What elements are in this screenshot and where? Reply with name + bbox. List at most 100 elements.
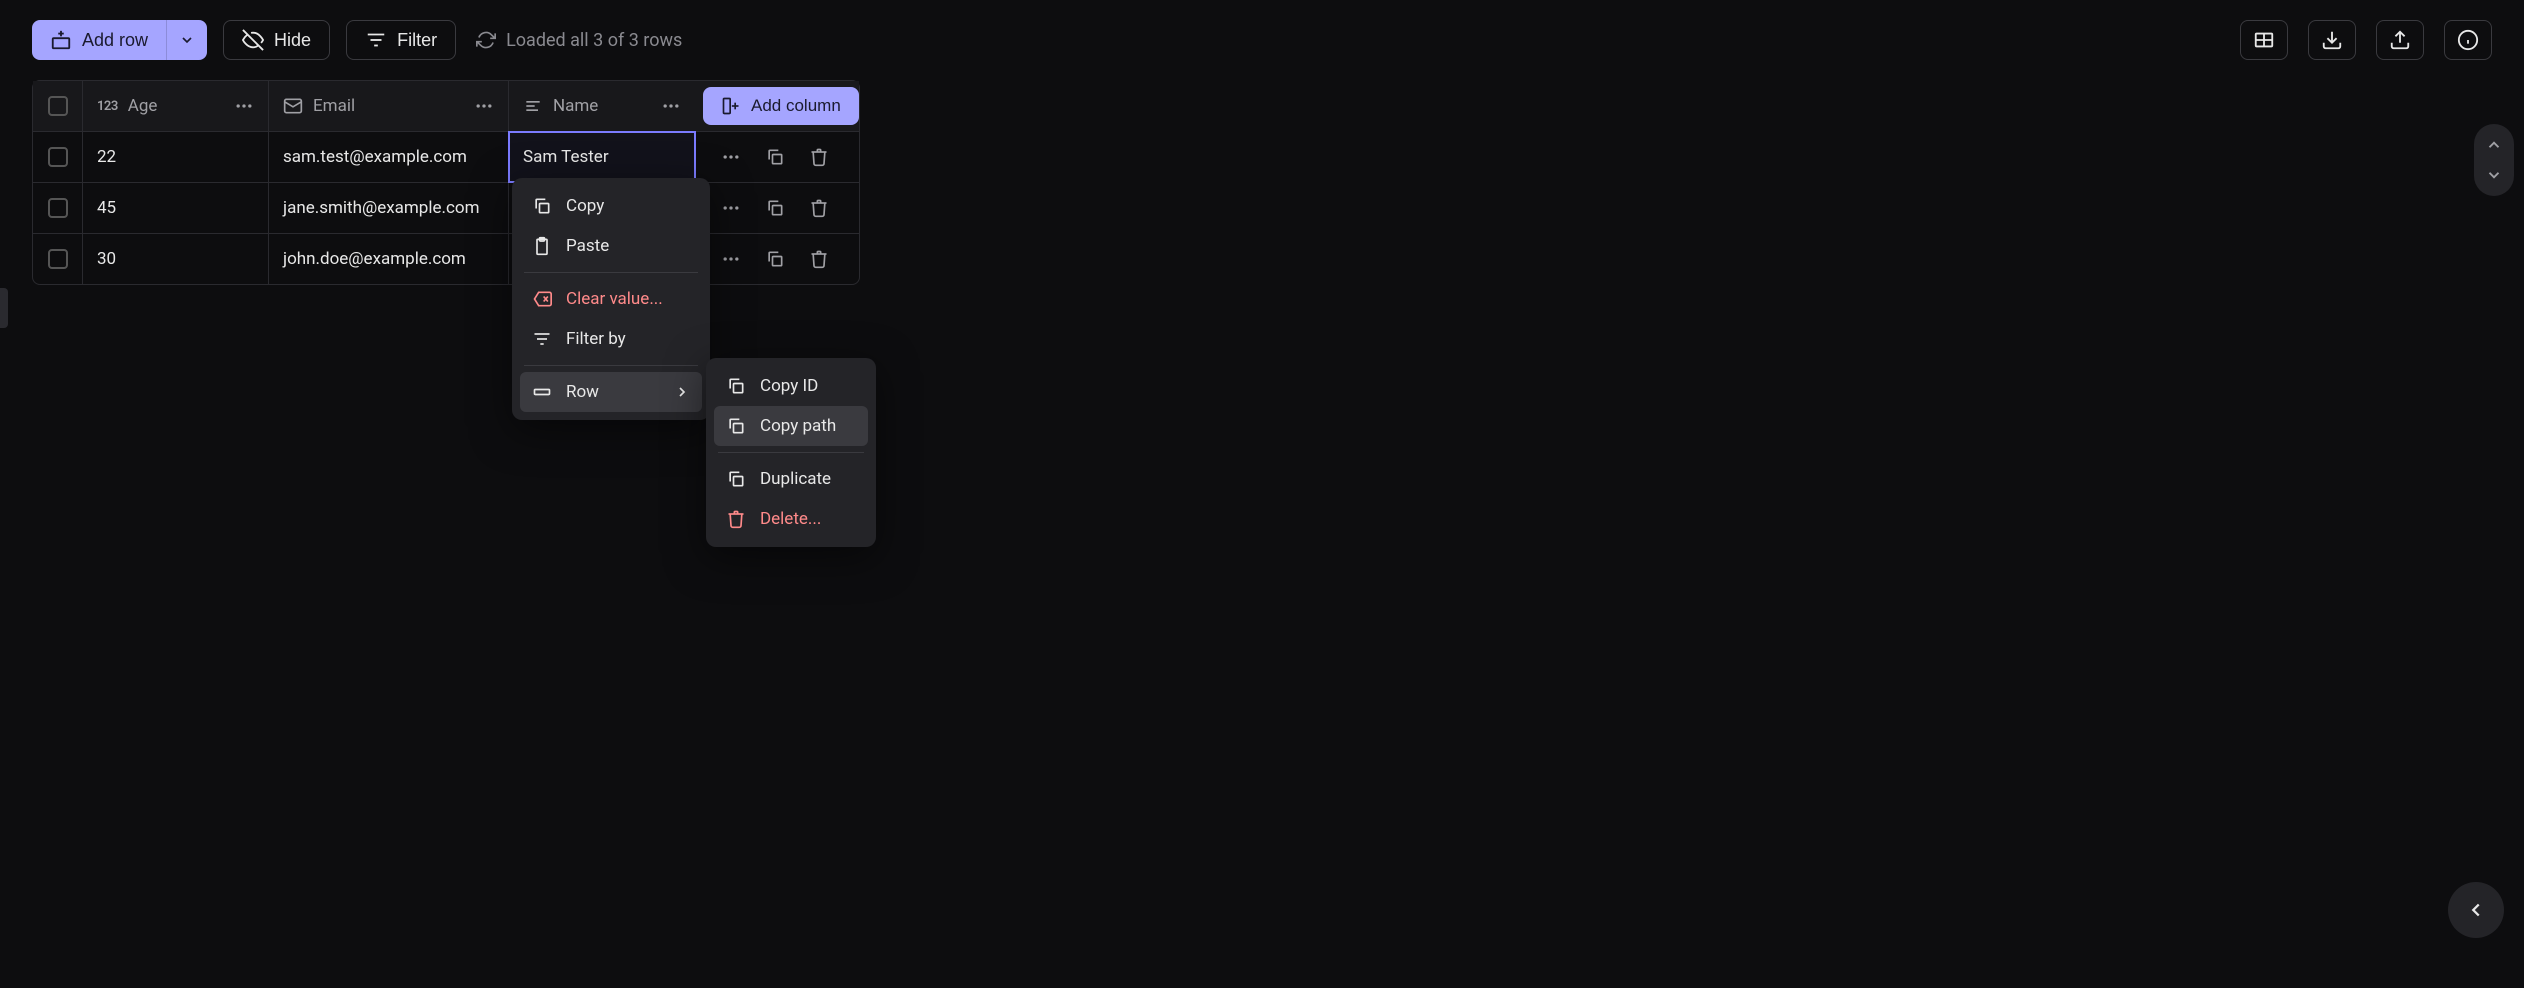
ctx-delete[interactable]: Delete... <box>714 499 868 539</box>
filter-button[interactable]: Filter <box>346 20 456 60</box>
toolbar-right <box>2240 20 2492 60</box>
nav-up-button[interactable] <box>2479 130 2509 160</box>
more-icon[interactable] <box>474 96 494 116</box>
copy-icon <box>532 196 552 216</box>
chevron-left-icon <box>2465 899 2487 921</box>
hide-button[interactable]: Hide <box>223 20 330 60</box>
row-submenu: Copy ID Copy path Duplicate Delete... <box>706 358 876 547</box>
row-more-button[interactable] <box>719 196 743 220</box>
more-icon[interactable] <box>661 96 681 116</box>
ctx-copy-label: Copy <box>566 196 604 216</box>
clear-icon <box>532 289 552 309</box>
nav-down-button[interactable] <box>2479 160 2509 190</box>
row-actions <box>695 234 831 284</box>
row-more-button[interactable] <box>719 247 743 271</box>
upload-icon <box>2389 29 2411 51</box>
select-all-cell[interactable] <box>33 81 83 131</box>
checkbox-icon <box>48 147 68 167</box>
add-row-dropdown[interactable] <box>167 20 207 60</box>
chevron-down-icon <box>179 32 195 48</box>
column-header-age[interactable]: 123 Age <box>83 81 269 131</box>
add-row-button[interactable]: Add row <box>32 20 167 60</box>
header-row: 123 Age Email Name Add column <box>33 81 859 132</box>
ctx-copy-path[interactable]: Copy path <box>714 406 868 446</box>
cell-context-menu: Copy Paste Clear value... Filter by Row <box>512 178 710 420</box>
separator <box>718 452 864 453</box>
cell-name[interactable]: Sam Tester <box>509 132 695 182</box>
checkbox-icon <box>48 96 68 116</box>
table-icon <box>2253 29 2275 51</box>
download-icon <box>2321 29 2343 51</box>
email-icon <box>283 96 303 116</box>
load-status: Loaded all 3 of 3 rows <box>476 30 682 51</box>
table-row: 45 jane.smith@example.com <box>33 183 859 234</box>
cell-email[interactable]: john.doe@example.com <box>269 234 509 284</box>
copy-icon <box>726 469 746 489</box>
ctx-paste[interactable]: Paste <box>520 226 702 266</box>
row-duplicate-button[interactable] <box>763 145 787 169</box>
add-column-label: Add column <box>751 96 841 116</box>
separator <box>524 365 698 366</box>
table-row: 30 john.doe@example.com <box>33 234 859 284</box>
status-text: Loaded all 3 of 3 rows <box>506 30 682 51</box>
view-button[interactable] <box>2240 20 2288 60</box>
trash-icon <box>809 147 829 167</box>
trash-icon <box>809 198 829 218</box>
row-duplicate-button[interactable] <box>763 196 787 220</box>
ctx-duplicate-label: Duplicate <box>760 469 831 489</box>
row-checkbox[interactable] <box>33 132 83 182</box>
age-header-label: Age <box>128 96 158 116</box>
row-duplicate-button[interactable] <box>763 247 787 271</box>
more-icon[interactable] <box>234 96 254 116</box>
info-button[interactable] <box>2444 20 2492 60</box>
copy-icon <box>765 147 785 167</box>
ctx-row[interactable]: Row <box>520 372 702 412</box>
table-row: 22 sam.test@example.com Sam Tester <box>33 132 859 183</box>
more-icon <box>721 198 741 218</box>
column-header-name[interactable]: Name <box>509 81 695 131</box>
ctx-duplicate[interactable]: Duplicate <box>714 459 868 499</box>
ctx-copy[interactable]: Copy <box>520 186 702 226</box>
name-header-label: Name <box>553 96 598 116</box>
copy-icon <box>726 416 746 436</box>
row-actions <box>695 132 831 182</box>
row-delete-button[interactable] <box>807 247 831 271</box>
chevron-up-icon <box>2485 136 2503 154</box>
column-header-email[interactable]: Email <box>269 81 509 131</box>
cell-age[interactable]: 22 <box>83 132 269 182</box>
separator <box>524 272 698 273</box>
add-column-icon <box>721 96 741 116</box>
add-column-button[interactable]: Add column <box>703 87 859 125</box>
cell-email[interactable]: sam.test@example.com <box>269 132 509 182</box>
row-checkbox[interactable] <box>33 183 83 233</box>
number-type-icon: 123 <box>97 99 118 114</box>
cell-age[interactable]: 45 <box>83 183 269 233</box>
ctx-clear[interactable]: Clear value... <box>520 279 702 319</box>
row-checkbox[interactable] <box>33 234 83 284</box>
panel-toggle-fab[interactable] <box>2448 882 2504 938</box>
toolbar: Add row Hide Filter Loaded all 3 of 3 ro… <box>0 0 2524 80</box>
more-icon <box>721 147 741 167</box>
row-more-button[interactable] <box>719 145 743 169</box>
export-button[interactable] <box>2376 20 2424 60</box>
ctx-copy-path-label: Copy path <box>760 416 836 436</box>
add-row-label: Add row <box>82 30 148 51</box>
copy-icon <box>765 198 785 218</box>
chevron-right-icon <box>674 384 690 400</box>
cell-email[interactable]: jane.smith@example.com <box>269 183 509 233</box>
ctx-copy-id-label: Copy ID <box>760 376 818 396</box>
ctx-delete-label: Delete... <box>760 509 821 529</box>
ctx-row-label: Row <box>566 382 599 402</box>
row-delete-button[interactable] <box>807 196 831 220</box>
ctx-copy-id[interactable]: Copy ID <box>714 366 868 406</box>
chevron-down-icon <box>2485 166 2503 184</box>
paste-icon <box>532 236 552 256</box>
side-handle[interactable] <box>0 288 8 328</box>
ctx-filter-by[interactable]: Filter by <box>520 319 702 359</box>
row-delete-button[interactable] <box>807 145 831 169</box>
row-nav <box>2474 124 2514 196</box>
add-row-split-button: Add row <box>32 20 207 60</box>
import-button[interactable] <box>2308 20 2356 60</box>
cell-age[interactable]: 30 <box>83 234 269 284</box>
trash-icon <box>809 249 829 269</box>
